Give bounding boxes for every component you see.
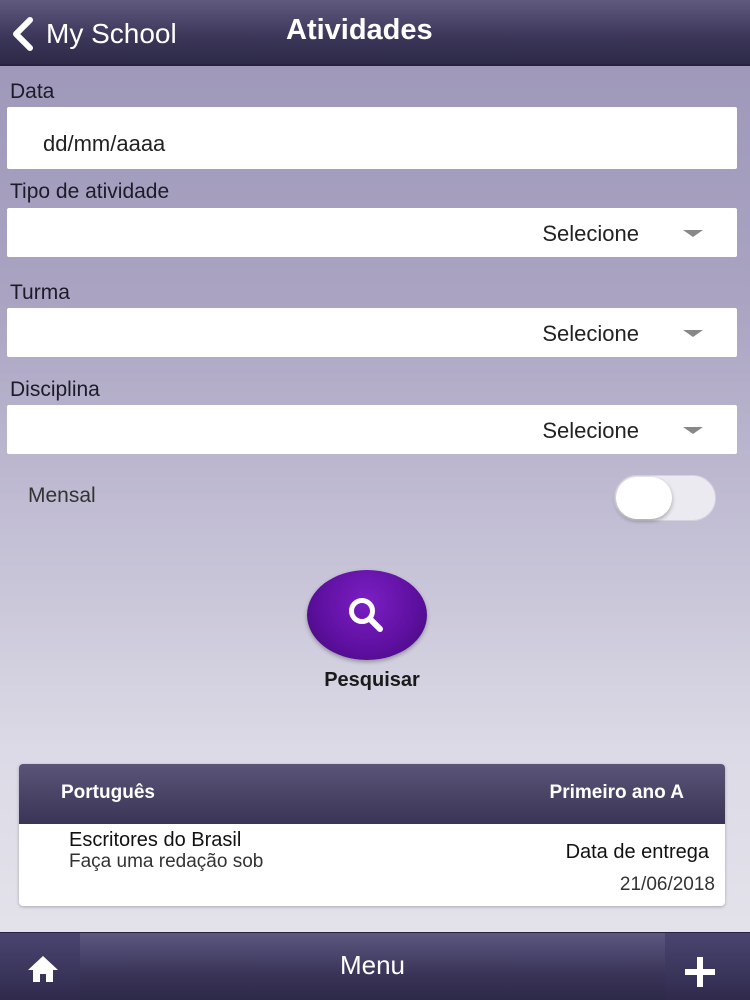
discipline-value: Selecione <box>542 418 639 443</box>
plus-icon <box>685 957 715 987</box>
page-title: Atividades <box>286 14 433 46</box>
activity-type-select[interactable]: Selecione <box>7 208 737 257</box>
home-icon <box>28 956 58 982</box>
activity-type-value: Selecione <box>542 221 639 246</box>
activity-card[interactable]: Português Primeiro ano A Escritores do B… <box>19 764 725 906</box>
card-class: Primeiro ano A <box>549 782 684 803</box>
back-label: My School <box>46 18 177 49</box>
discipline-select[interactable]: Selecione <box>7 405 737 454</box>
card-due-date: 21/06/2018 <box>619 874 715 895</box>
add-button[interactable] <box>665 933 750 1000</box>
card-due-label: Data de entrega <box>565 841 709 863</box>
chevron-down-icon <box>683 427 703 434</box>
card-subject: Português <box>61 782 155 803</box>
class-value: Selecione <box>542 321 639 346</box>
home-button[interactable] <box>0 933 80 1000</box>
discipline-label: Disciplina <box>10 378 100 401</box>
search-button[interactable] <box>307 570 427 660</box>
menu-button[interactable]: Menu <box>80 933 665 1000</box>
chevron-left-icon <box>13 17 33 51</box>
card-description: Faça uma redação sob <box>69 851 264 872</box>
class-select[interactable]: Selecione <box>7 308 737 357</box>
chevron-down-icon <box>683 230 703 237</box>
footer-bar: Menu <box>0 932 750 1000</box>
activity-type-label: Tipo de atividade <box>10 180 170 203</box>
date-label: Data <box>10 80 55 103</box>
date-placeholder: dd/mm/aaaa <box>43 131 166 156</box>
monthly-label: Mensal <box>28 484 96 507</box>
app-header: My School Atividades <box>0 0 750 66</box>
search-icon <box>349 598 383 632</box>
card-title: Escritores do Brasil <box>69 829 242 851</box>
monthly-toggle[interactable] <box>614 475 716 521</box>
back-button[interactable]: My School <box>10 14 177 54</box>
class-label: Turma <box>10 281 70 304</box>
chevron-down-icon <box>683 330 703 337</box>
toggle-knob <box>616 477 672 519</box>
search-label: Pesquisar <box>324 669 420 691</box>
date-input[interactable]: dd/mm/aaaa <box>7 107 737 169</box>
card-header: Português Primeiro ano A <box>19 764 725 824</box>
